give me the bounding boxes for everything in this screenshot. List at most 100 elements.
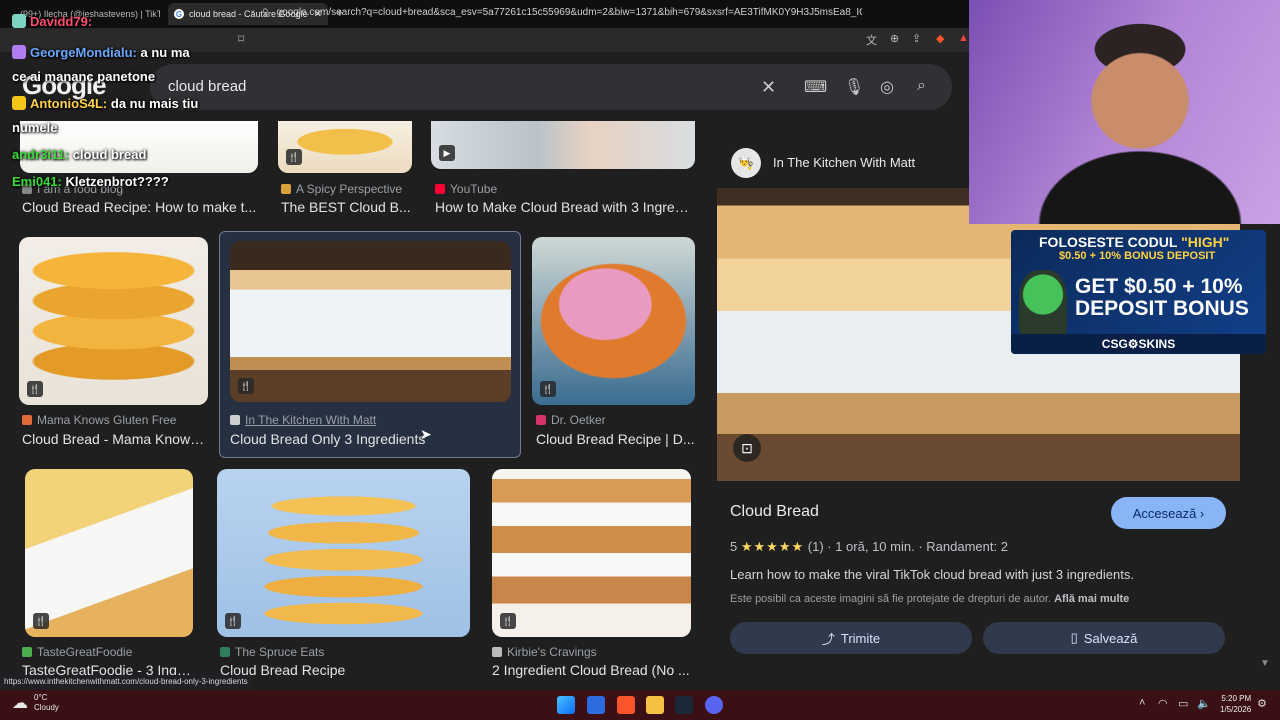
result-title[interactable]: Cloud Bread Recipe | D...: [536, 431, 696, 447]
recipe-meta: 5 ★★★★★ (1) · 1 oră, 10 min. · Randament…: [730, 539, 1008, 554]
result-source[interactable]: In The Kitchen With Matt: [230, 413, 376, 427]
chat-message: AntonioS4L: da nu mais tiu: [12, 96, 198, 111]
rewards-icon[interactable]: ▲: [958, 32, 969, 44]
steam-icon[interactable]: [675, 696, 693, 714]
cloud-icon: ☁: [12, 695, 28, 712]
site-favicon-icon: [22, 647, 32, 657]
recipe-tag-icon: 🍴: [500, 613, 516, 629]
site-favicon-icon: [536, 415, 546, 425]
result-image[interactable]: 🍴: [492, 469, 691, 637]
chat-message: GeorgeMondialu: a nu ma: [12, 45, 190, 60]
result-source: TasteGreatFoodie: [22, 645, 132, 659]
result-title[interactable]: Cloud Bread Recipe: [220, 662, 470, 678]
visit-button[interactable]: Accesează ›: [1111, 497, 1226, 529]
site-info-icon[interactable]: ⚲: [262, 7, 269, 18]
recipe-tag-icon: 🍴: [225, 613, 241, 629]
ad-subline: $0.50 + 10% BONUS DEPOSIT: [1059, 250, 1216, 262]
recipe-tag-icon: 🍴: [238, 378, 254, 394]
microphone-icon[interactable]: 🎙: [844, 77, 864, 97]
rating-stars-icon: ★★★★★: [740, 539, 805, 554]
result-title[interactable]: The BEST Cloud B...: [281, 199, 411, 215]
webcam-overlay: [969, 0, 1280, 224]
result-source: Mama Knows Gluten Free: [22, 413, 176, 427]
chat-message: Davidd79:: [12, 14, 92, 29]
learn-more-link[interactable]: Află mai multe: [1054, 593, 1129, 605]
site-avatar-icon[interactable]: 👨‍🍳: [731, 148, 761, 178]
scroll-down-icon[interactable]: ▼: [1260, 658, 1270, 669]
result-image[interactable]: 🍴: [278, 121, 412, 173]
preview-title[interactable]: Cloud Bread: [730, 503, 819, 521]
recipe-tag-icon: 🍴: [27, 381, 43, 397]
result-source: YouTube: [435, 182, 497, 196]
copyright-notice: Este posibil ca aceste imagini să fie pr…: [730, 593, 1130, 605]
preview-description: Learn how to make the viral TikTok cloud…: [730, 567, 1134, 582]
discord-icon[interactable]: [705, 696, 723, 714]
site-favicon-icon: [230, 415, 240, 425]
url-field[interactable]: ⚲ google.com/search?q=cloud+bread&sca_es…: [262, 4, 862, 20]
mouse-cursor-icon: ➤: [420, 426, 432, 442]
share-icon: ⤴: [821, 631, 835, 647]
result-title[interactable]: Cloud Bread Only 3 Ingredients: [230, 431, 430, 447]
keyboard-icon[interactable]: ⌨: [804, 77, 827, 97]
status-url: https://www.inthekitchenwithmatt.com/clo…: [0, 675, 252, 689]
result-title[interactable]: Cloud Bread Recipe: How to make t...: [22, 199, 262, 215]
ad-offer: GET $0.50 + 10% DEPOSIT BONUS: [1075, 275, 1249, 320]
chat-badge-icon: [12, 45, 26, 59]
task-view-icon[interactable]: [587, 696, 605, 714]
clock[interactable]: 5:20 PM 1/5/2026: [1220, 693, 1251, 715]
result-title[interactable]: Cloud Bread - Mama Knows...: [22, 431, 208, 447]
wifi-icon[interactable]: ◠: [1158, 697, 1168, 710]
ad-headline: FOLOSESTE CODUL "HIGH": [1039, 234, 1230, 250]
share-button[interactable]: ⤴ Trimite: [730, 622, 972, 654]
start-icon[interactable]: [557, 696, 575, 714]
result-image[interactable]: 🍴: [19, 237, 208, 405]
translate-icon[interactable]: 文: [866, 32, 877, 48]
preview-source[interactable]: In The Kitchen With Matt: [773, 155, 915, 170]
site-favicon-icon: [281, 184, 291, 194]
result-image[interactable]: 🍴: [25, 469, 193, 637]
chat-badge-icon: [12, 14, 26, 28]
recipe-tag-icon: 🍴: [540, 381, 556, 397]
chevron-up-icon[interactable]: ˄: [1139, 697, 1145, 709]
result-title[interactable]: 2 Ingredient Cloud Bread (No ...: [492, 662, 692, 678]
result-image[interactable]: 🍴: [217, 469, 470, 637]
site-favicon-icon: [220, 647, 230, 657]
network-icon[interactable]: ▭: [1178, 697, 1188, 710]
volume-icon[interactable]: 🔈: [1197, 697, 1211, 710]
result-title[interactable]: How to Make Cloud Bread with 3 Ingredi..…: [435, 199, 695, 215]
bookmark-icon[interactable]: ⌑: [238, 32, 244, 46]
notification-icon[interactable]: ⚙: [1257, 697, 1267, 710]
ad-brand: CSG⚙SKINS: [1011, 334, 1266, 354]
ad-mascot-icon: [1019, 270, 1067, 340]
chat-message: numele: [12, 120, 58, 135]
result-image[interactable]: 🍴: [230, 241, 511, 402]
site-favicon-icon: [492, 647, 502, 657]
taskbar: [0, 690, 1280, 720]
zoom-icon[interactable]: ⊕: [890, 32, 899, 45]
crown-badge-icon: [12, 96, 26, 110]
chat-message: Emi041: Kletzenbrot????: [12, 174, 169, 189]
result-image[interactable]: ▶: [431, 121, 695, 169]
search-box[interactable]: [150, 64, 952, 110]
recipe-tag-icon: 🍴: [33, 613, 49, 629]
search-input[interactable]: cloud bread: [168, 78, 246, 95]
result-source: Dr. Oetker: [536, 413, 606, 427]
save-button[interactable]: ▯ Salvează: [983, 622, 1225, 654]
recipe-tag-icon: 🍴: [286, 149, 302, 165]
search-icon[interactable]: ⌕: [917, 77, 926, 95]
share-icon[interactable]: ⇪: [912, 32, 921, 45]
clear-search-icon[interactable]: ✕: [761, 77, 776, 98]
brave-shield-icon[interactable]: ◆: [936, 32, 944, 45]
result-source: The Spruce Eats: [220, 645, 324, 659]
file-explorer-icon[interactable]: [646, 696, 664, 714]
weather-widget[interactable]: ☁ 0°C Cloudy: [12, 693, 59, 713]
result-image[interactable]: 🍴: [532, 237, 695, 405]
lens-icon[interactable]: ◎: [880, 77, 894, 97]
bookmark-icon: ▯: [1070, 630, 1078, 645]
video-tag-icon: ▶: [439, 145, 455, 161]
brave-browser-icon[interactable]: [617, 696, 635, 714]
chat-message: andr3i11: cloud bread: [12, 147, 147, 162]
site-favicon-icon: [22, 415, 32, 425]
result-source: Kirbie's Cravings: [492, 645, 597, 659]
visual-search-icon[interactable]: ⊡: [733, 434, 761, 462]
